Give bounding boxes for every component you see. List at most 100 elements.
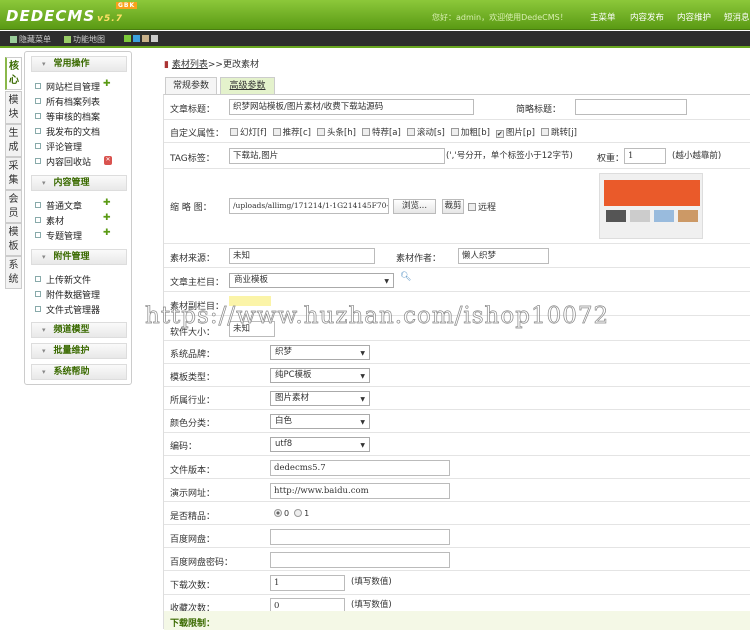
type-select[interactable]: 纯PC模板 (270, 368, 370, 384)
section-help[interactable]: 系统帮助 (31, 364, 127, 380)
weight-note: (越小越靠前) (672, 151, 722, 161)
tab-advanced[interactable]: 高级参数 (220, 77, 275, 94)
weight-input[interactable]: 1 (624, 148, 666, 164)
row-tag: TAG标签： 下载站,图片 (','号分开，单个标签小于12字节) 权重： 1 … (164, 143, 750, 169)
sidebar-item-pending[interactable]: 等审核的档案 (35, 110, 100, 123)
attr-checkbox[interactable]: 滚动[s] (401, 128, 445, 138)
nav-maintain[interactable]: 内容维护 (677, 11, 711, 23)
attr-label: 推荐[c] (282, 128, 311, 138)
vtab-collect[interactable]: 采集 (5, 157, 22, 190)
crop-button[interactable]: 裁剪 (442, 199, 464, 214)
vtab-generate[interactable]: 生成 (5, 124, 22, 157)
nav-publish[interactable]: 内容发布 (630, 11, 664, 23)
source-input[interactable]: 未知 (229, 248, 375, 264)
label: 下载次数： (170, 581, 216, 591)
download-limit-heading: 下载限制： (170, 619, 216, 629)
attr-checkbox[interactable]: 特荐[a] (356, 128, 401, 138)
short-title-input[interactable] (575, 99, 687, 115)
label: 素材来源： (170, 254, 216, 264)
version: v5.7 (97, 14, 123, 24)
downloads-input[interactable]: 1 (270, 575, 345, 591)
sidebar-item-columns[interactable]: 网站栏目管理 (35, 80, 100, 93)
demo-input[interactable]: http://www.baidu.com (270, 482, 450, 499)
sidebar-item-comments[interactable]: 评论管理 (35, 140, 82, 153)
attr-checkbox[interactable]: 推荐[c] (267, 128, 311, 138)
row-size: 软件大小： 未知 (164, 316, 750, 341)
section-attachments[interactable]: 附件管理 (31, 249, 127, 265)
tag-input[interactable]: 下载站,图片 (229, 148, 445, 164)
favs-note: (填写数值) (351, 600, 392, 611)
attr-checkbox[interactable]: 头条[h] (311, 128, 356, 138)
thumb-path-input[interactable]: /uploads/allimg/171214/1-1G214145F70-L.j… (229, 198, 389, 214)
tab-basic[interactable]: 常规参数 (165, 77, 217, 94)
industry-select[interactable]: 图片素材 (270, 391, 370, 407)
vtab-core[interactable]: 核心 (5, 57, 22, 90)
section-common[interactable]: 常用操作 (31, 56, 127, 72)
skin-brown[interactable] (142, 35, 149, 42)
skin-gray[interactable] (151, 35, 158, 42)
breadcrumb-link[interactable]: 素材列表 (172, 60, 208, 70)
row-pan-pwd: 百度网盘密码： (164, 549, 750, 572)
hide-menu-button[interactable]: 隐藏菜单 (10, 34, 51, 45)
add-icon[interactable]: ✚ (103, 228, 111, 238)
version-input[interactable]: dedecms5.7 (270, 459, 450, 476)
label: 百度网盘密码： (170, 557, 234, 568)
row-version: 文件版本： dedecms5.7 (164, 457, 750, 479)
add-icon[interactable]: ✚ (103, 198, 111, 208)
sidebar-item-file-manager[interactable]: 文件式管理器 (35, 303, 100, 316)
browse-button[interactable]: 浏览... (393, 199, 436, 214)
edit-form: 文章标题： 织梦网站模板/图片素材/收费下载站源码 简略标题： 自定义属性： 幻… (163, 94, 750, 630)
nav-main-menu[interactable]: 主菜单 (590, 11, 616, 23)
attr-checkbox[interactable]: 加粗[b] (445, 128, 490, 138)
column-select[interactable]: 商业模板 (229, 273, 394, 288)
sidebar-item-article[interactable]: 普通文章 (35, 199, 82, 212)
vtab-template[interactable]: 模板 (5, 223, 22, 256)
clear-icon[interactable]: ✕ (104, 156, 112, 165)
skin-green[interactable] (124, 35, 131, 42)
row-pan: 百度网盘： (164, 526, 750, 549)
section-channel-models[interactable]: 频道模型 (31, 322, 127, 338)
section-batch[interactable]: 批量维护 (31, 343, 127, 359)
title-input[interactable]: 织梦网站模板/图片素材/收费下载站源码 (229, 99, 474, 115)
skin-blue[interactable] (133, 35, 140, 42)
attr-checkbox[interactable]: ✔ 图片[p] (490, 128, 535, 138)
hide-menu-label: 隐藏菜单 (19, 35, 51, 44)
tag-note: (','号分开，单个标签小于12字节) (446, 151, 573, 161)
sidebar-item-material[interactable]: 素材 (35, 214, 64, 227)
pan-pwd-input[interactable] (270, 551, 450, 568)
sidebar-item-attach-data[interactable]: 附件数据管理 (35, 288, 100, 301)
color-select[interactable]: 白色 (270, 414, 370, 430)
subcolumn-field[interactable] (229, 296, 271, 306)
nav-messages[interactable]: 短消息 (724, 11, 750, 23)
vtab-member[interactable]: 会员 (5, 190, 22, 223)
sidebar-item-topics[interactable]: 专题管理 (35, 229, 82, 242)
attr-checkbox[interactable]: 幻灯[f] (224, 128, 267, 138)
welcome-text: 您好：admin，欢迎使用DedeCMS！ (432, 13, 568, 22)
sidebar-item-recycle[interactable]: 内容回收站 (35, 155, 91, 168)
search-icon[interactable]: 🔍︎ (400, 272, 411, 282)
add-icon[interactable]: ✚ (103, 213, 111, 223)
row-attrs: 自定义属性： 幻灯[f] 推荐[c] 头条[h] 特荐[a] 滚动[s] 加粗[b] ✔ 图片… (164, 120, 750, 143)
featured-radio-0[interactable]: 0 (274, 508, 294, 518)
sidebar-item-my-docs[interactable]: 我发布的文档 (35, 125, 100, 138)
brand-select[interactable]: 织梦 (270, 345, 370, 360)
attr-checkbox[interactable]: 跳转[j] (535, 128, 577, 138)
section-content[interactable]: 内容管理 (31, 175, 127, 191)
remote-label: 远程 (478, 203, 497, 213)
sidebar-item-upload[interactable]: 上传新文件 (35, 273, 91, 286)
label: 缩 略 图： (170, 203, 212, 213)
add-icon[interactable]: ✚ (103, 79, 111, 89)
pan-input[interactable] (270, 528, 450, 545)
site-map-button[interactable]: 功能地图 (64, 34, 105, 45)
encoding-select[interactable]: utf8 (270, 437, 370, 453)
featured-radio-1[interactable]: 1 (294, 508, 314, 518)
book-icon: ▮ (164, 60, 169, 70)
row-encoding: 编码： utf8 (164, 433, 750, 456)
row-thumb: 缩 略 图： /uploads/allimg/171214/1-1G214145… (164, 169, 750, 244)
size-input[interactable]: 未知 (229, 321, 275, 337)
vtab-system[interactable]: 系统 (5, 256, 22, 289)
sidebar-item-all-docs[interactable]: 所有档案列表 (35, 95, 100, 108)
vtab-module[interactable]: 模块 (5, 91, 22, 124)
remote-checkbox[interactable]: 远程 (468, 200, 496, 213)
author-input[interactable]: 懒人织梦 (458, 248, 549, 264)
